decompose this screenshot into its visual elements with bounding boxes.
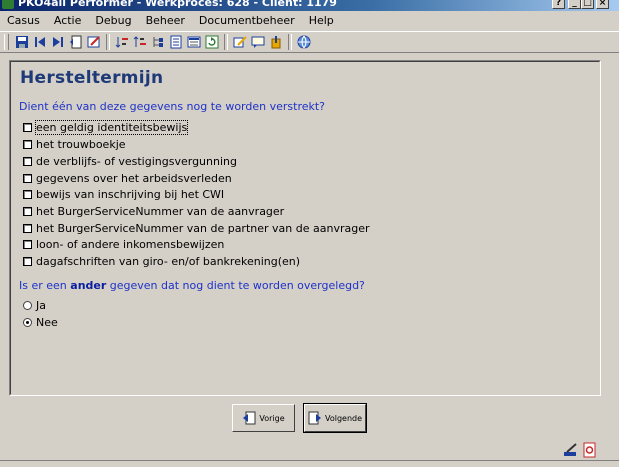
menu-documentbeheer[interactable]: Documentbeheer [192, 11, 302, 31]
question2-post: gegeven dat nog dient te worden overgele… [106, 279, 365, 292]
radio-row-ja[interactable]: Ja [23, 297, 46, 313]
checkbox[interactable] [23, 156, 32, 166]
menu-beheer[interactable]: Beheer [139, 11, 192, 31]
previous-button[interactable]: Vorige [232, 404, 295, 432]
document-flow-icon[interactable] [68, 34, 84, 50]
refresh-icon[interactable] [204, 34, 220, 50]
edit-form-icon[interactable] [86, 34, 102, 50]
checkbox-label[interactable]: het trouwboekje [36, 138, 126, 151]
menu-casus[interactable]: Casus [0, 11, 47, 31]
checkbox-label[interactable]: gegevens over het arbeidsverleden [36, 172, 232, 185]
form-panel-inner: Hersteltermijn Dient één van deze gegeve… [10, 61, 600, 395]
checkbox[interactable] [23, 206, 32, 216]
checkbox[interactable] [23, 189, 32, 199]
next-arrow-icon [308, 411, 321, 425]
radio-ja[interactable] [23, 300, 32, 310]
previous-arrow-icon [243, 411, 256, 425]
checkbox-label[interactable]: loon- of andere inkomensbewijzen [36, 238, 224, 251]
checkbox-row[interactable]: bewijs van inschrijving bij het CWI [23, 186, 224, 202]
toolbar [0, 31, 619, 53]
checkbox-label[interactable]: het BurgerServiceNummer van de partner v… [36, 222, 370, 235]
checkbox-row[interactable]: het trouwboekje [23, 136, 126, 152]
checkbox-label[interactable]: bewijs van inschrijving bij het CWI [36, 188, 224, 201]
title-bar: PKO4all Performer - Werkproces: 628 - Cl… [0, 0, 619, 11]
checkbox[interactable] [23, 173, 32, 183]
form-panel: Hersteltermijn Dient één van deze gegeve… [9, 60, 601, 396]
question-other-document: Is er een ander gegeven dat nog dient te… [19, 279, 365, 292]
edit-note-icon[interactable] [232, 34, 248, 50]
checkbox[interactable] [23, 122, 32, 132]
radio-label-ja[interactable]: Ja [36, 299, 46, 312]
checkbox-label[interactable]: dagafschriften van giro- en/of bankreken… [36, 255, 300, 268]
minimize-button[interactable]: _ [568, 0, 581, 9]
checkbox-row[interactable]: een geldig identiteitsbewijs [23, 119, 189, 135]
previous-button-label: Vorige [259, 413, 285, 423]
checkbox-row[interactable]: loon- of andere inkomensbewijzen [23, 236, 224, 252]
last-record-icon[interactable] [50, 34, 66, 50]
menu-debug[interactable]: Debug [88, 11, 138, 31]
next-button-label: Volgende [324, 413, 363, 423]
document-icon[interactable] [168, 34, 184, 50]
radio-label-nee[interactable]: Nee [36, 316, 58, 329]
next-button[interactable]: Volgende [303, 403, 367, 433]
first-record-icon[interactable] [32, 34, 48, 50]
sort-ascending-icon[interactable] [114, 34, 130, 50]
help-button[interactable]: ? [552, 0, 565, 9]
checkbox-row[interactable]: gegevens over het arbeidsverleden [23, 170, 232, 186]
menu-bar: Casus Actie Debug Beheer Documentbeheer … [0, 11, 619, 31]
checkbox-label[interactable]: de verblijfs- of vestigingsvergunning [36, 155, 237, 168]
checkbox-row[interactable]: het BurgerServiceNummer van de partner v… [23, 220, 370, 236]
page-title: Hersteltermijn [20, 68, 164, 88]
comment-icon[interactable] [250, 34, 266, 50]
checkbox-label[interactable]: een geldig identiteitsbewijs [34, 119, 189, 135]
app-icon [2, 0, 14, 9]
window-title: PKO4all Performer - Werkproces: 628 - Cl… [18, 0, 337, 9]
exit-icon[interactable] [582, 442, 598, 458]
question2-emphasis: ander [70, 279, 107, 292]
checkbox-row[interactable]: het BurgerServiceNummer van de aanvrager [23, 203, 284, 219]
question2-pre: Is er een [19, 279, 71, 292]
checkbox[interactable] [23, 223, 32, 233]
tree-icon[interactable] [150, 34, 166, 50]
checkbox-label[interactable]: het BurgerServiceNummer van de aanvrager [36, 205, 284, 218]
status-bar [0, 438, 619, 460]
pen-edit-icon[interactable] [563, 442, 579, 458]
checkbox[interactable] [23, 256, 32, 266]
checkbox-row[interactable]: de verblijfs- of vestigingsvergunning [23, 153, 237, 169]
toolbar-separator [224, 34, 228, 50]
close-button[interactable]: × [596, 0, 609, 9]
sort-descending-icon[interactable] [132, 34, 148, 50]
checkbox[interactable] [23, 139, 32, 149]
checkbox[interactable] [23, 239, 32, 249]
question-documents: Dient één van deze gegevens nog te worde… [19, 100, 326, 113]
radio-nee[interactable] [23, 317, 32, 327]
list-icon[interactable] [186, 34, 202, 50]
toolbar-separator [106, 34, 110, 50]
menu-help[interactable]: Help [302, 11, 341, 31]
save-icon[interactable] [14, 34, 30, 50]
menu-actie[interactable]: Actie [47, 11, 89, 31]
toolbar-grip[interactable] [4, 34, 9, 50]
toolbar-separator [288, 34, 292, 50]
maximize-button[interactable]: □ [581, 0, 594, 9]
globe-icon[interactable] [296, 34, 312, 50]
radio-row-nee[interactable]: Nee [23, 314, 58, 330]
checkbox-row[interactable]: dagafschriften van giro- en/of bankreken… [23, 253, 300, 269]
attachment-icon[interactable] [268, 34, 284, 50]
